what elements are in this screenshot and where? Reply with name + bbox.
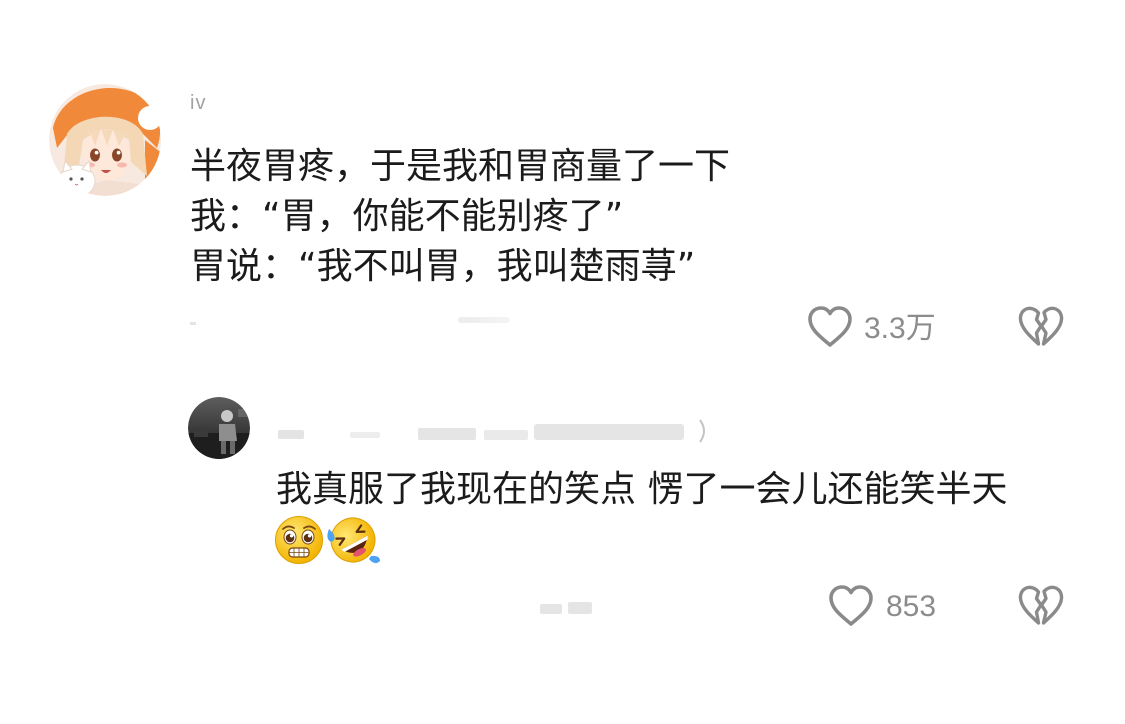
avatar-badge-notch: [138, 106, 162, 130]
rolling-laughing-emoji-icon: [327, 517, 380, 564]
comment-1-like-button[interactable]: [806, 305, 854, 349]
comment-1-avatar[interactable]: [49, 84, 161, 196]
comment-1-body[interactable]: 半夜胃疼，于是我和胃商量了一下 我：“胃，你能不能别疼了” 胃说：“我不叫胃，我…: [190, 142, 890, 292]
heart-outline-icon: [808, 306, 852, 347]
comment-1-dislike-button[interactable]: [1017, 305, 1065, 349]
obscured-username: [278, 419, 705, 443]
broken-heart-icon: [1018, 306, 1064, 346]
comment-2-dislike-button[interactable]: [1017, 584, 1065, 628]
comment-1-line-3: 胃说：“我不叫胃，我叫楚雨荨”: [190, 246, 696, 287]
heart-outline-icon: [829, 585, 873, 626]
comment-2-avatar[interactable]: [188, 397, 250, 459]
comment-2-like-button[interactable]: [827, 584, 875, 628]
anime-girl-avatar-icon: [49, 84, 161, 196]
obscured-meta-text: [540, 602, 592, 614]
comment-2-like-count: 853: [886, 590, 937, 623]
comment-1-line-1: 半夜胃疼，于是我和胃商量了一下: [190, 146, 731, 187]
broken-heart-icon: [1018, 585, 1064, 625]
comment-2-emoji-row: [273, 513, 383, 567]
comment-1-username[interactable]: iv: [190, 92, 206, 114]
dark-photo-avatar-icon: [188, 397, 250, 459]
obscured-meta-text: [458, 317, 510, 323]
obscured-meta-text: [190, 322, 196, 325]
comment-1-line-2: 我：“胃，你能不能别疼了”: [190, 196, 624, 237]
pleading-grimace-emoji-icon: [275, 516, 323, 564]
comment-1-like-count: 3.3万: [864, 312, 936, 345]
comment-2-body[interactable]: 我真服了我现在的笑点 愣了一会儿还能笑半天: [276, 466, 1007, 514]
